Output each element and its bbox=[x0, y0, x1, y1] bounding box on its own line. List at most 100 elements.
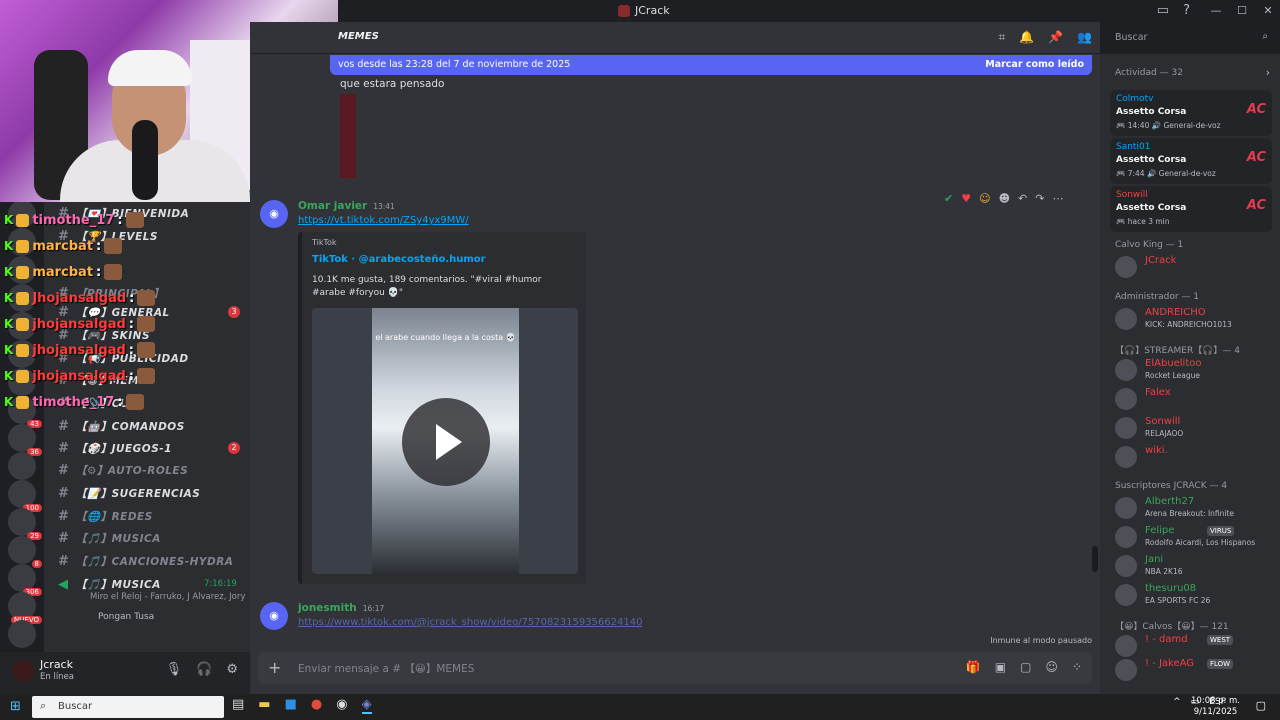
emoji-icon[interactable]: ☺ bbox=[1045, 660, 1058, 674]
close-button[interactable]: ✕ bbox=[1256, 0, 1280, 22]
activity-card[interactable]: Sonwill Assetto Corsa 🎮 hace 3 min AC bbox=[1110, 186, 1272, 232]
gif-icon[interactable]: ▣ bbox=[995, 660, 1006, 674]
task-view-icon[interactable]: ▤ bbox=[232, 697, 244, 714]
sticker-icon[interactable]: ▢ bbox=[1020, 660, 1031, 674]
member-group-header: Suscriptores JCRACK — 4 bbox=[1115, 481, 1228, 491]
member-item[interactable]: Felipe VIRUS Rodolfo Aicardi, Los Hispanos bbox=[1115, 524, 1275, 550]
avatar[interactable]: ◉ bbox=[260, 200, 288, 228]
message-link[interactable]: https://www.tiktok.com/@jcrack_show/vide… bbox=[298, 617, 642, 628]
server-icon[interactable]: NUEVO bbox=[8, 592, 42, 624]
subscriber-badge-icon bbox=[16, 395, 30, 409]
maximize-button[interactable]: ☐ bbox=[1230, 0, 1254, 22]
kick-icon: K bbox=[4, 369, 14, 383]
forward-icon[interactable]: ↷ bbox=[1035, 192, 1044, 205]
message-author[interactable]: Omar javier 13:41 bbox=[298, 200, 395, 212]
play-icon[interactable] bbox=[402, 398, 490, 486]
search-input[interactable]: Buscar ⌕ bbox=[1110, 28, 1274, 48]
member-item[interactable]: ! - JakeAG FLOW bbox=[1115, 657, 1275, 683]
chevron-up-icon[interactable]: ^ bbox=[1173, 697, 1181, 707]
channel-label: 【🎲】JUEGOS-1 bbox=[76, 443, 172, 455]
gear-icon[interactable]: ⚙ bbox=[226, 662, 238, 677]
member-group-header: Calvo King — 1 bbox=[1115, 240, 1184, 250]
channel-item[interactable]: # 【🎵】CANCIONES-HYDRA bbox=[58, 554, 233, 569]
notification-icon[interactable]: ▢ bbox=[1256, 699, 1266, 712]
monitor-icon[interactable]: ▭ bbox=[1157, 3, 1169, 18]
server-icon[interactable] bbox=[8, 620, 36, 648]
windows-start-icon[interactable]: ⊞ bbox=[10, 699, 21, 714]
threads-icon[interactable]: ⌗ bbox=[998, 30, 1005, 45]
message-input[interactable]: Enviar mensaje a # 【😀】MEMES bbox=[298, 661, 474, 676]
gift-icon[interactable]: 🎁 bbox=[966, 660, 981, 674]
channel-item[interactable]: # 【🌐】REDES bbox=[58, 509, 153, 524]
taskbar-search[interactable]: ⌕ Buscar bbox=[32, 696, 224, 718]
add-reaction-icon[interactable]: ☻ bbox=[999, 192, 1010, 205]
server-icon[interactable]: 36 bbox=[8, 424, 42, 456]
channel-item[interactable]: ◀ 【🎵】MUSICA bbox=[58, 577, 161, 592]
server-icon[interactable]: 29 bbox=[8, 508, 42, 540]
member-item[interactable]: Jani NBA 2K16 bbox=[1115, 553, 1275, 579]
file-explorer-icon[interactable]: ▬ bbox=[258, 697, 270, 714]
server-icon[interactable] bbox=[8, 452, 36, 480]
activity-header: Actividad — 32 bbox=[1115, 68, 1183, 78]
clock[interactable]: 10:08 p. m. 9/11/2025 bbox=[1191, 696, 1240, 718]
chrome-icon[interactable]: ● bbox=[311, 697, 322, 714]
scrollbar[interactable] bbox=[1092, 546, 1098, 572]
avatar bbox=[1115, 584, 1137, 606]
server-icon[interactable]: 306 bbox=[8, 564, 42, 596]
avatar[interactable] bbox=[12, 660, 34, 682]
discord-icon[interactable]: ◈ bbox=[361, 697, 372, 714]
member-item[interactable]: ANDREICHO KICK: ANDREICHO1013 bbox=[1115, 306, 1275, 332]
outlook-icon[interactable]: ■ bbox=[285, 697, 297, 714]
channel-item[interactable]: # 【🤖】COMANDOS bbox=[58, 419, 185, 434]
minimize-button[interactable]: — bbox=[1204, 0, 1228, 22]
member-item[interactable]: Sonwill RELAJAOO bbox=[1115, 415, 1275, 441]
reply-icon[interactable]: ↶ bbox=[1018, 192, 1027, 205]
member-item[interactable]: ! - damd WEST bbox=[1115, 633, 1275, 659]
new-messages-bar[interactable]: vos desde las 23:28 del 7 de noviembre d… bbox=[330, 55, 1092, 75]
member-item[interactable]: JCrack bbox=[1115, 254, 1275, 280]
microphone-icon[interactable]: 🎙 bbox=[166, 662, 183, 677]
member-item[interactable]: ElAbuelitoo Rocket League bbox=[1115, 357, 1275, 383]
channel-item[interactable]: # 【📝】SUGERENCIAS bbox=[58, 486, 200, 501]
headphones-icon[interactable]: 🎧 bbox=[196, 662, 212, 677]
activity-card[interactable]: Santi01 Assetto Corsa 🎮 7:44 🔊 General-de-… bbox=[1110, 138, 1272, 184]
attach-icon[interactable]: + bbox=[268, 658, 281, 677]
voice-user[interactable]: Pongan Tusa bbox=[98, 612, 154, 622]
member-item[interactable]: thesuru08 EA SPORTS FC 26 bbox=[1115, 582, 1275, 608]
members-icon[interactable]: 👥 bbox=[1077, 30, 1092, 45]
obs-icon[interactable]: ◉ bbox=[336, 697, 347, 714]
embed-title[interactable]: TikTok · @arabecosteño.humor bbox=[312, 254, 486, 265]
laugh-reaction-icon[interactable]: ☺ bbox=[979, 192, 990, 205]
channel-item[interactable]: # 【🎵】MUSICA bbox=[58, 531, 161, 546]
channel-item[interactable]: # 【⚙】AUTO-ROLES bbox=[58, 463, 188, 478]
subscriber-badge-icon bbox=[16, 369, 30, 383]
chat-emote bbox=[104, 264, 123, 280]
embed-video[interactable]: el arabe cuando llega a la costa 💀 bbox=[312, 308, 578, 574]
webcam-hat bbox=[108, 50, 192, 86]
mark-as-read-button[interactable]: Marcar como leído bbox=[985, 59, 1084, 70]
member-item[interactable]: Falex bbox=[1115, 386, 1275, 412]
pin-icon[interactable]: 📌 bbox=[1048, 30, 1063, 45]
kick-icon: K bbox=[4, 291, 14, 305]
bell-icon[interactable]: 🔔 bbox=[1019, 30, 1034, 45]
member-item[interactable]: wiki. bbox=[1115, 444, 1275, 470]
help-icon[interactable]: ? bbox=[1183, 3, 1190, 18]
chevron-right-icon[interactable]: › bbox=[1266, 66, 1270, 79]
heart-reaction-icon[interactable]: ♥ bbox=[961, 192, 971, 205]
voice-timer: 7:16:19 bbox=[204, 579, 237, 589]
activity-card[interactable]: Colmotv Assetto Corsa 🎮 14:40 🔊 General-de… bbox=[1110, 90, 1272, 136]
server-icon[interactable]: 100 bbox=[8, 480, 42, 512]
apps-icon[interactable]: ⁘ bbox=[1072, 660, 1082, 674]
message-link[interactable]: https://vt.tiktok.com/ZSy4yx9MW/ bbox=[298, 215, 469, 226]
member-item[interactable]: Alberth27 Arena Breakout: Infinite bbox=[1115, 495, 1275, 521]
chat-overlay-message: Kmarcbat : bbox=[4, 264, 123, 280]
user-panel: Jcrack En línea 🎙 🎧 ⚙ bbox=[0, 652, 250, 694]
channel-item[interactable]: # 【🎲】JUEGOS-1 bbox=[58, 441, 172, 456]
more-icon[interactable]: ⋯ bbox=[1052, 192, 1063, 205]
server-icon[interactable]: 8 bbox=[8, 536, 42, 568]
check-reaction-icon[interactable]: ✔ bbox=[944, 192, 953, 205]
avatar[interactable]: ◉ bbox=[260, 602, 288, 630]
avatar bbox=[1115, 555, 1137, 577]
message-composer[interactable]: + Enviar mensaje a # 【😀】MEMES 🎁 ▣ ▢ ☺ ⁘ bbox=[258, 652, 1092, 684]
message-author[interactable]: jonesmith 16:17 bbox=[298, 602, 384, 614]
